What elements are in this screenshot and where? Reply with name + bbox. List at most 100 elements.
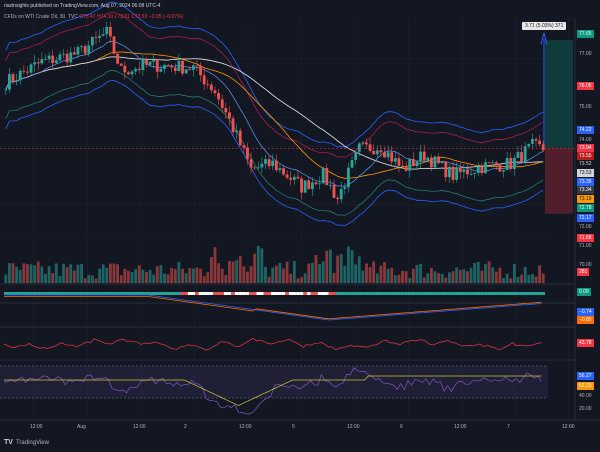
squeeze-bar [65, 292, 69, 295]
squeeze-bar [494, 292, 499, 295]
volume-bar [159, 265, 163, 283]
candle [437, 156, 441, 164]
candle [155, 59, 159, 72]
squeeze-bar [523, 292, 527, 295]
squeeze-bar [451, 292, 455, 295]
candle [238, 130, 242, 146]
volume-bar [401, 270, 404, 283]
squeeze-bar [36, 292, 41, 295]
candle [8, 74, 11, 90]
volume-bar [516, 276, 520, 283]
squeeze-bar [508, 292, 513, 295]
candle [318, 183, 321, 185]
time-axis-label: 2 [184, 424, 187, 430]
squeeze-bar [18, 292, 23, 295]
volume-bar [408, 278, 412, 283]
candle [325, 168, 329, 186]
candle [300, 178, 303, 193]
squeeze-bar [25, 292, 30, 295]
candle [512, 158, 516, 170]
candle [130, 71, 134, 75]
squeeze-bar [436, 292, 441, 295]
squeeze-bar [242, 292, 246, 295]
volume-bar [15, 266, 19, 283]
position-profit-zone [545, 40, 573, 148]
candle [108, 26, 112, 37]
volume-bar [148, 270, 152, 283]
candle [90, 36, 94, 46]
tv-logo-icon: TV [4, 439, 13, 446]
squeeze-bar [61, 292, 66, 295]
squeeze-bar [498, 292, 502, 295]
volume-bar [336, 255, 340, 283]
squeeze-bar [375, 292, 380, 295]
candle [329, 184, 332, 186]
time-axis-label: 5 [292, 424, 295, 430]
price-label: 73.55 [577, 152, 594, 160]
volume-bar [155, 266, 159, 283]
candle [235, 130, 239, 133]
squeeze-bar [469, 292, 473, 295]
candle [246, 147, 249, 160]
price-label: 281 [577, 268, 590, 276]
channel-lower [5, 80, 544, 227]
volume-bar [54, 263, 58, 283]
candle [307, 180, 311, 190]
volume-bar [347, 246, 350, 283]
volume-bar [476, 261, 480, 283]
price-label: 0.09 [577, 288, 591, 296]
squeeze-bar [472, 292, 477, 295]
volume-bar [264, 266, 267, 283]
squeeze-bar [187, 292, 192, 295]
squeeze-bar [123, 292, 127, 295]
squeeze-bar [144, 292, 149, 295]
volume-bar [386, 268, 390, 283]
volume-bar [462, 269, 466, 283]
candle [433, 156, 437, 168]
squeeze-bar [534, 292, 538, 295]
time-axis-label: 12:00 [347, 424, 360, 430]
volume-bar [137, 265, 141, 283]
squeeze-bar [404, 292, 408, 295]
squeeze-bar [40, 292, 44, 295]
squeeze-bar [288, 292, 293, 295]
squeeze-bar [22, 292, 26, 295]
squeeze-bar [32, 292, 37, 295]
ema-200 [5, 56, 544, 170]
candle [29, 64, 33, 73]
squeeze-bar [346, 292, 351, 295]
candle [411, 159, 415, 167]
squeeze-bar [112, 292, 116, 295]
volume-bar [83, 278, 87, 283]
candle [289, 177, 293, 180]
volume-bar [512, 263, 516, 283]
volume-bar [231, 261, 235, 283]
volume-bar [538, 265, 541, 283]
volume-bar [491, 267, 495, 283]
volume-bar [361, 270, 365, 283]
candle [480, 166, 484, 174]
candle [498, 165, 502, 172]
time-axis-label: 12:00 [30, 424, 43, 430]
candle [491, 162, 495, 164]
volume-bar [127, 270, 130, 283]
squeeze-bar [68, 292, 73, 295]
squeeze-bar [205, 292, 210, 295]
squeeze-bar [151, 292, 156, 295]
time-axis-label: 12:00 [454, 424, 467, 430]
ohlc-change: −0.05 (−0.07%) [148, 14, 184, 20]
squeeze-bar [462, 292, 466, 295]
chart-canvas[interactable] [0, 0, 600, 452]
candle [54, 60, 58, 64]
candle [195, 65, 199, 67]
candle [466, 169, 469, 175]
squeeze-bar [400, 292, 405, 295]
squeeze-bar [411, 292, 416, 295]
candle [357, 143, 361, 152]
candle [502, 170, 505, 172]
candle [368, 144, 372, 151]
candle [152, 59, 156, 62]
candle [282, 168, 285, 175]
volume-bar [152, 274, 156, 283]
volume-bar [4, 274, 8, 283]
